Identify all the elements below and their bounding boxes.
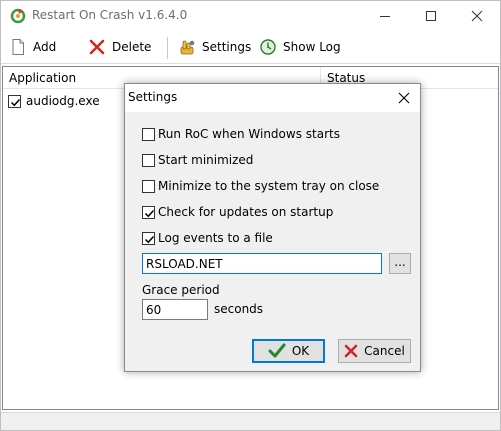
list-item[interactable]: audiodg.exe: [8, 92, 100, 110]
toolbar-separator: [167, 37, 168, 59]
settings-label: Settings: [202, 40, 252, 54]
grace-period-input[interactable]: [142, 299, 208, 320]
ok-label: OK: [291, 344, 310, 358]
settings-hand-icon: [180, 40, 195, 55]
option-run-on-startup[interactable]: Run RoC when Windows starts: [142, 126, 340, 142]
green-check-icon: [268, 343, 286, 358]
list-item-checkbox[interactable]: [8, 94, 21, 108]
option-start-minimized[interactable]: Start minimized: [142, 152, 253, 168]
window-title: Restart On Crash v1.6.4.0: [32, 8, 188, 22]
show-log-button[interactable]: Show Log: [259, 36, 341, 58]
document-icon: [12, 39, 24, 55]
close-icon: [471, 10, 483, 22]
status-bar: [1, 412, 500, 430]
maximize-button[interactable]: [408, 1, 454, 31]
option-check-updates[interactable]: Check for updates on startup: [142, 204, 333, 220]
check-updates-checkbox[interactable]: [142, 205, 155, 219]
settings-dialog: Settings Run RoC when Windows starts Sta…: [124, 83, 421, 372]
delete-label: Delete: [112, 40, 152, 54]
log-events-label: Log events to a file: [158, 231, 273, 245]
log-clock-icon: [260, 39, 276, 55]
maximize-icon: [426, 11, 436, 21]
check-updates-label: Check for updates on startup: [158, 205, 334, 219]
option-log-events[interactable]: Log events to a file: [142, 230, 273, 246]
ok-button[interactable]: OK: [252, 339, 325, 363]
checkmark-icon: [144, 235, 155, 243]
close-icon: [398, 92, 410, 104]
checkmark-icon: [144, 209, 155, 217]
dialog-title: Settings: [128, 90, 178, 104]
close-button[interactable]: [454, 1, 500, 31]
start-minimized-label: Start minimized: [158, 153, 254, 167]
seconds-label: seconds: [214, 302, 264, 316]
log-events-checkbox[interactable]: [142, 231, 155, 245]
grace-period-label: Grace period: [142, 283, 220, 297]
delete-button[interactable]: Delete: [88, 36, 151, 58]
run-on-startup-checkbox[interactable]: [142, 127, 155, 141]
settings-button[interactable]: Settings: [178, 36, 251, 58]
toolbar: Add Delete Settings Show Log: [1, 32, 500, 62]
browse-button[interactable]: ...: [389, 253, 411, 274]
minimize-to-tray-label: Minimize to the system tray on close: [158, 179, 380, 193]
toolbar-divider: [1, 63, 500, 64]
minimize-button[interactable]: [362, 1, 408, 31]
red-x-icon: [344, 344, 358, 358]
run-on-startup-label: Run RoC when Windows starts: [158, 127, 340, 141]
dialog-title-bar: Settings: [125, 84, 420, 112]
cancel-label: Cancel: [364, 344, 405, 358]
checkmark-icon: [10, 98, 21, 106]
cancel-button[interactable]: Cancel: [338, 339, 411, 363]
red-x-icon: [89, 39, 105, 55]
add-button[interactable]: Add: [9, 36, 56, 58]
list-item-application: audiodg.exe: [26, 94, 100, 108]
add-label: Add: [33, 40, 57, 54]
dialog-close-button[interactable]: [391, 86, 417, 110]
option-minimize-to-tray[interactable]: Minimize to the system tray on close: [142, 178, 379, 194]
app-icon: [10, 8, 26, 24]
minimize-to-tray-checkbox[interactable]: [142, 179, 155, 193]
title-bar: Restart On Crash v1.6.4.0: [1, 1, 500, 31]
show-log-label: Show Log: [283, 40, 341, 54]
minimize-icon: [380, 16, 390, 17]
start-minimized-checkbox[interactable]: [142, 153, 155, 167]
log-file-input[interactable]: [142, 253, 382, 274]
